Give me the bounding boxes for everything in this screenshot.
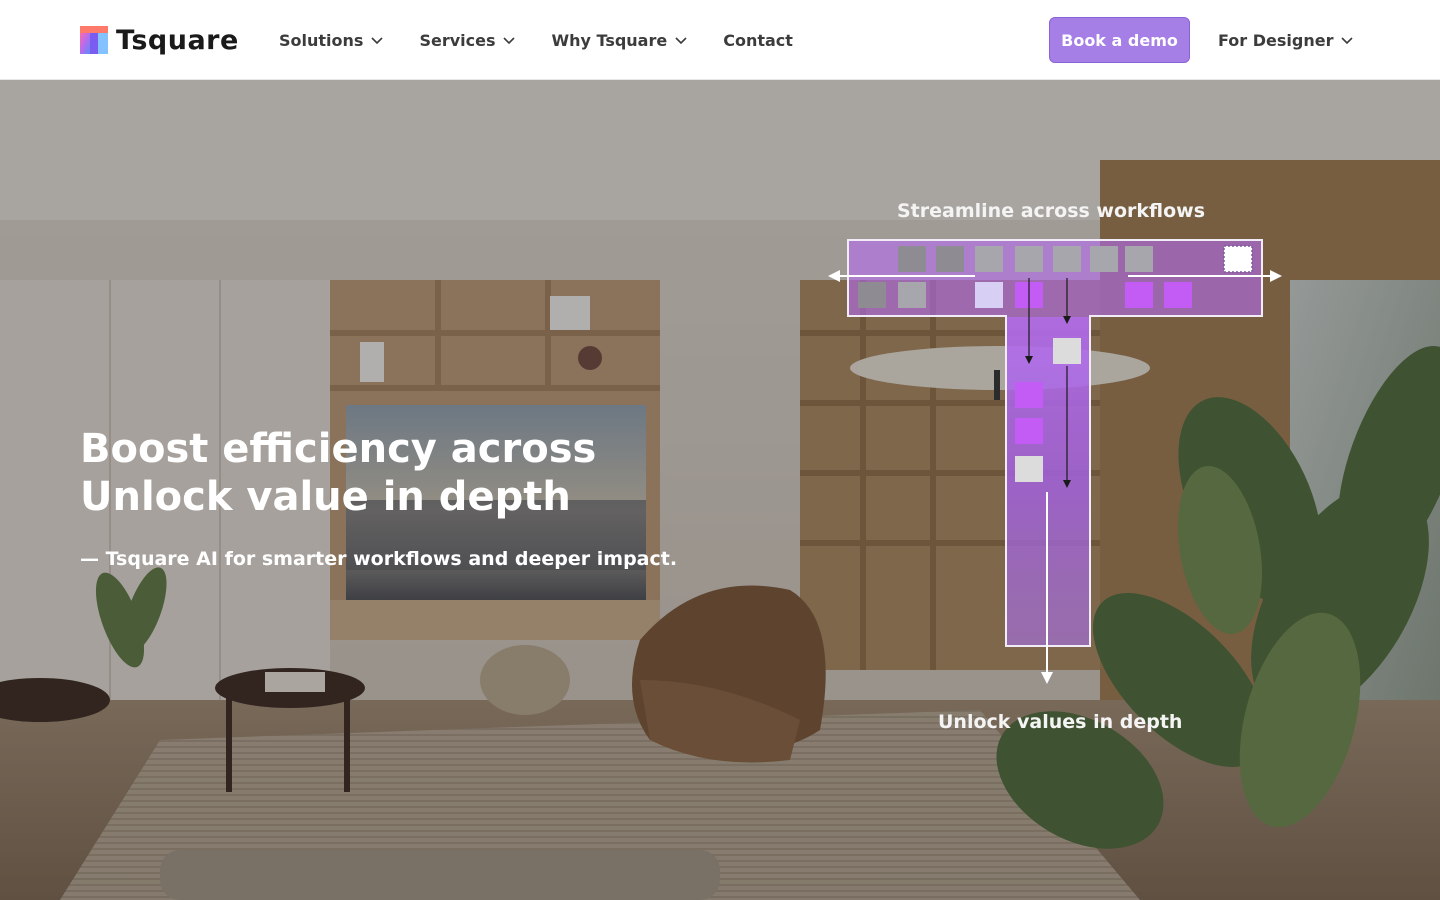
diagram-bottom-label: Unlock values in depth xyxy=(938,711,1183,733)
nav-why-tsquare[interactable]: Why Tsquare xyxy=(551,31,688,50)
t-shape-graphic xyxy=(828,239,1282,684)
nav-solutions-label: Solutions xyxy=(279,30,364,50)
hero-subline: — Tsquare AI for smarter workflows and d… xyxy=(80,548,678,570)
nav-solutions[interactable]: Solutions xyxy=(279,31,384,50)
for-designer-menu[interactable]: For Designer xyxy=(1218,0,1354,80)
t-workflow-diagram: Streamline across workflows Unlock value… xyxy=(810,190,1300,750)
main-menu: Solutions Services Why Tsquare Contact xyxy=(279,0,828,80)
tsquare-logo-icon xyxy=(80,26,108,54)
chevron-down-icon xyxy=(503,37,516,45)
nav-services-label: Services xyxy=(419,30,496,50)
nav-contact[interactable]: Contact xyxy=(723,31,793,50)
tsquare-logo[interactable]: Tsquare xyxy=(80,22,239,58)
hero-headline: Boost efficiency across Unlock value in … xyxy=(80,425,700,521)
nav-contact-label: Contact xyxy=(723,30,793,50)
brand-name: Tsquare xyxy=(116,24,239,56)
hero-section: Boost efficiency across Unlock value in … xyxy=(0,80,1440,900)
chevron-down-icon xyxy=(371,37,384,45)
nav-why-tsquare-label: Why Tsquare xyxy=(551,30,668,50)
chevron-down-icon xyxy=(1341,37,1354,45)
book-demo-button[interactable]: Book a demo xyxy=(1049,17,1190,63)
headline-line-2: Unlock value in depth xyxy=(80,474,571,520)
chevron-down-icon xyxy=(675,37,687,45)
top-navigation: Tsquare Solutions Services Why Tsquare C… xyxy=(0,0,1440,80)
diagram-top-label: Streamline across workflows xyxy=(897,200,1206,222)
for-designer-label: For Designer xyxy=(1218,30,1334,50)
headline-line-1: Boost efficiency across xyxy=(80,426,597,472)
nav-services[interactable]: Services xyxy=(419,31,516,50)
